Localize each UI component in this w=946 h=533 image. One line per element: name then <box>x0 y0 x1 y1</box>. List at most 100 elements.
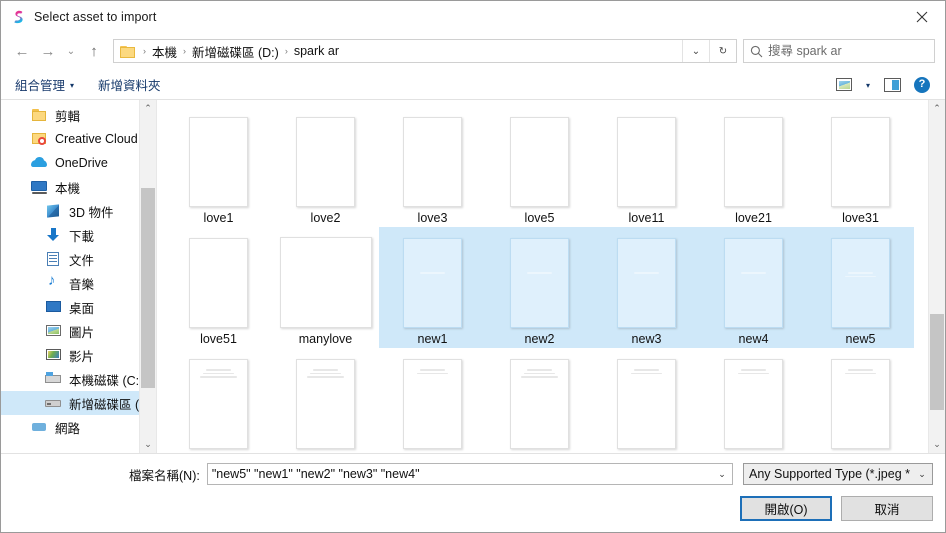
sidebar-item-13[interactable]: 網路 <box>1 415 139 439</box>
sidebar-item-7[interactable]: 音樂 <box>1 271 139 295</box>
sidebar-item-label: 圖片 <box>69 322 94 341</box>
open-button[interactable]: 開啟(O) <box>740 496 832 521</box>
view-options-icon <box>836 78 852 91</box>
search-box[interactable] <box>743 39 935 63</box>
file-item-love1[interactable]: love1 <box>165 106 272 227</box>
file-item-love31[interactable]: love31 <box>807 106 914 227</box>
thumbnail-wrap <box>831 111 890 207</box>
thumbnail-text-line <box>631 373 663 375</box>
breadcrumb-item-1[interactable]: 新增磁碟區 (D:) <box>190 42 281 61</box>
sidebar-item-3[interactable]: 本機 <box>1 175 139 199</box>
file-thumbnail <box>280 237 372 328</box>
scroll-down-icon[interactable]: ⌄ <box>140 436 156 453</box>
filename-label: 檔案名稱(N): <box>129 465 200 484</box>
filename-combobox[interactable]: ⌄ <box>207 463 733 485</box>
thumbnail-wrap <box>296 111 355 207</box>
file-item-love5[interactable]: love5 <box>486 106 593 227</box>
creative-cloud-files-icon <box>31 131 48 147</box>
file-row: love51 manylovenew1new2new3new4 new5 <box>165 227 928 348</box>
this-pc-icon <box>31 179 48 195</box>
sidebar-item-0[interactable]: 剪輯 <box>1 103 139 127</box>
organize-menu-button[interactable]: 組合管理 ▾ <box>15 75 84 94</box>
breadcrumb-separator: › <box>179 46 190 56</box>
file-item-text07[interactable]: text07 <box>807 348 914 453</box>
thumbnail-content <box>730 369 777 374</box>
file-item-love3[interactable]: love3 <box>379 106 486 227</box>
file-label: love51 <box>200 332 237 346</box>
refresh-button[interactable]: ↻ <box>709 40 736 62</box>
chevron-down-icon[interactable]: ⌄ <box>912 469 932 480</box>
file-item-love2[interactable]: love2 <box>272 106 379 227</box>
search-input[interactable] <box>768 44 934 58</box>
file-item-love51[interactable]: love51 <box>165 227 272 348</box>
file-item-new3[interactable]: new3 <box>593 227 700 348</box>
thumbnail-wrap <box>510 232 569 328</box>
file-item-text03[interactable]: text03 <box>379 348 486 453</box>
filetype-combobox[interactable]: Any Supported Type (*.jpeg * ⌄ <box>743 463 933 485</box>
sidebar-item-6[interactable]: 文件 <box>1 247 139 271</box>
cancel-button[interactable]: 取消 <box>841 496 933 521</box>
back-button[interactable]: ← <box>9 38 35 64</box>
file-item-text05[interactable]: text05 <box>593 348 700 453</box>
scrollbar-thumb[interactable] <box>930 314 944 410</box>
forward-button[interactable]: → <box>35 38 61 64</box>
scroll-up-icon[interactable]: ⌃ <box>140 100 156 117</box>
scrollbar-thumb[interactable] <box>141 188 155 388</box>
preview-pane-button[interactable] <box>877 73 907 97</box>
file-item-love11[interactable]: love11 <box>593 106 700 227</box>
file-thumbnail <box>189 117 248 207</box>
breadcrumb-item-2[interactable]: spark ar <box>292 44 341 58</box>
file-item-new5[interactable]: new5 <box>807 227 914 348</box>
thumbnail-wrap <box>617 111 676 207</box>
sidebar-item-2[interactable]: OneDrive <box>1 151 139 175</box>
thumbnail-content <box>516 272 563 274</box>
sidebar-item-4[interactable]: 3D 物件 <box>1 199 139 223</box>
navigation-pane-scrollbar[interactable]: ⌃ ⌄ <box>139 100 156 453</box>
address-bar[interactable]: › 本機 › 新增磁碟區 (D:) › spark ar ⌄ ↻ <box>113 39 737 63</box>
address-dropdown-button[interactable]: ⌄ <box>682 40 709 62</box>
downloads-icon <box>45 227 62 243</box>
desktop-icon <box>45 299 62 315</box>
breadcrumb-separator: › <box>281 46 292 56</box>
file-thumbnail <box>296 117 355 207</box>
close-button[interactable] <box>899 1 945 32</box>
sidebar-item-12[interactable]: 新增磁碟區 (D:) <box>1 391 139 415</box>
sidebar-item-5[interactable]: 下載 <box>1 223 139 247</box>
file-list-scrollbar[interactable]: ⌃ ⌄ <box>928 100 945 453</box>
breadcrumb-item-0[interactable]: 本機 <box>150 42 179 61</box>
file-item-new4[interactable]: new4 <box>700 227 807 348</box>
scroll-up-icon[interactable]: ⌃ <box>929 100 945 117</box>
up-button[interactable]: ↑ <box>81 38 107 64</box>
sidebar-item-1[interactable]: Creative Cloud Fi <box>1 127 139 151</box>
file-item-text04[interactable]: text04 <box>486 348 593 453</box>
sidebar-item-8[interactable]: 桌面 <box>1 295 139 319</box>
file-item-manylove[interactable]: manylove <box>272 227 379 348</box>
file-label: love3 <box>418 211 448 225</box>
sidebar-item-10[interactable]: 影片 <box>1 343 139 367</box>
file-label: new5 <box>846 332 876 346</box>
file-item-text02[interactable]: text02 <box>272 348 379 453</box>
sidebar-item-9[interactable]: 圖片 <box>1 319 139 343</box>
scroll-down-icon[interactable]: ⌄ <box>929 436 945 453</box>
file-item-text01[interactable]: text01 <box>165 348 272 453</box>
file-thumbnail <box>510 117 569 207</box>
change-view-button[interactable] <box>829 73 859 97</box>
thumbnail-text-line <box>845 373 877 375</box>
recent-locations-button[interactable]: ⌄ <box>61 38 81 64</box>
thumbnail-text-line <box>741 272 767 274</box>
file-item-text06[interactable]: text06 <box>700 348 807 453</box>
thumbnail-text-line <box>521 376 559 378</box>
help-button[interactable]: ? <box>907 73 937 97</box>
file-item-love21[interactable]: love21 <box>700 106 807 227</box>
file-item-new2[interactable]: new2 <box>486 227 593 348</box>
chevron-down-icon[interactable]: ⌄ <box>712 469 732 480</box>
view-dropdown-button[interactable]: ▾ <box>859 73 877 97</box>
file-item-new1[interactable]: new1 <box>379 227 486 348</box>
filename-input[interactable] <box>208 467 712 481</box>
filetype-value: Any Supported Type (*.jpeg * <box>744 467 912 481</box>
new-folder-button[interactable]: 新增資料夾 <box>84 75 171 94</box>
breadcrumb[interactable]: › 本機 › 新增磁碟區 (D:) › spark ar <box>114 42 682 61</box>
sidebar-item-11[interactable]: 本機磁碟 (C:) <box>1 367 139 391</box>
file-thumbnail <box>403 359 462 449</box>
thumbnail-text-line <box>527 369 553 371</box>
